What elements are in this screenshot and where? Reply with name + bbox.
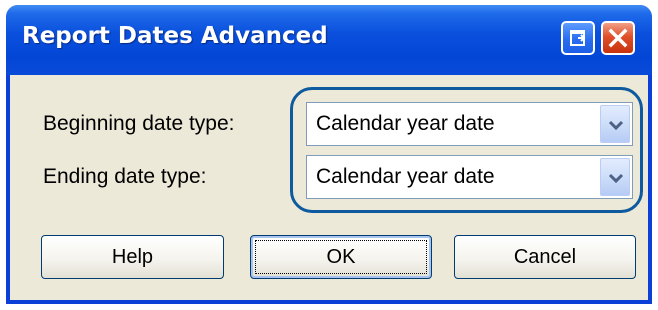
beginning-date-type-select[interactable]: Calendar year date: [306, 102, 633, 146]
help-button[interactable]: Help: [41, 235, 224, 279]
focus-indicator: [255, 240, 427, 274]
ending-date-type-select[interactable]: Calendar year date: [306, 155, 633, 199]
close-icon: [608, 28, 628, 48]
ending-date-type-label: Ending date type:: [43, 165, 207, 188]
beginning-date-type-value: Calendar year date: [316, 112, 495, 135]
window-title: Report Dates Advanced: [22, 23, 328, 49]
ending-date-type-value: Calendar year date: [316, 165, 495, 188]
dialog-window: Report Dates Advanced Beginning date typ…: [6, 5, 652, 304]
ending-dropdown-button[interactable]: [600, 158, 630, 196]
title-bar[interactable]: Report Dates Advanced: [6, 5, 652, 75]
ok-button[interactable]: OK: [250, 235, 432, 279]
beginning-date-type-label: Beginning date type:: [43, 112, 235, 135]
dialog-body: Beginning date type: Calendar year date …: [10, 75, 648, 300]
chevron-down-icon: [608, 120, 624, 131]
title-help-button[interactable]: [561, 21, 595, 55]
help-icon: [570, 30, 586, 46]
beginning-dropdown-button[interactable]: [600, 105, 630, 143]
cancel-button[interactable]: Cancel: [454, 235, 636, 279]
chevron-down-icon: [608, 173, 624, 184]
title-close-button[interactable]: [601, 21, 635, 55]
